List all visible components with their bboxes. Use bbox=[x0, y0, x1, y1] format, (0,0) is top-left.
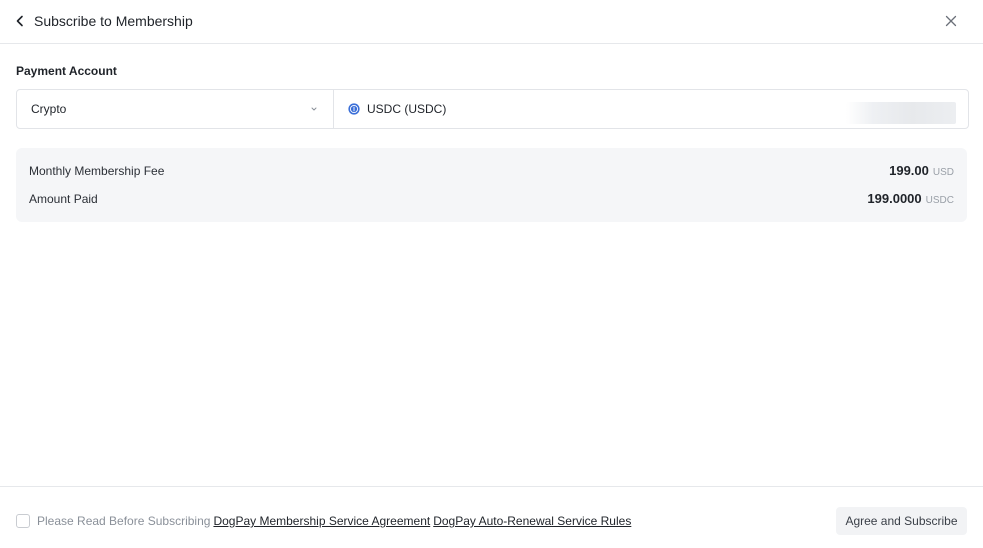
monthly-fee-label: Monthly Membership Fee bbox=[29, 164, 165, 178]
membership-agreement-link[interactable]: DogPay Membership Service Agreement bbox=[213, 514, 430, 528]
payment-account-selector: Crypto USDC (USDC) bbox=[16, 89, 969, 129]
payment-account-label: Payment Account bbox=[16, 64, 117, 78]
summary-row-monthly-fee: Monthly Membership Fee 199.00 USD bbox=[16, 161, 967, 181]
page-footer: Please Read Before Subscribing DogPay Mem… bbox=[0, 486, 983, 548]
account-type-select[interactable]: Crypto bbox=[17, 90, 334, 128]
agreement-text: Please Read Before Subscribing DogPay Mem… bbox=[37, 514, 631, 528]
subscribe-page: Subscribe to Membership Payment Account … bbox=[0, 0, 983, 548]
page-header: Subscribe to Membership bbox=[0, 0, 983, 44]
payment-summary: Monthly Membership Fee 199.00 USD Amount… bbox=[16, 148, 967, 222]
amount-paid-label: Amount Paid bbox=[29, 192, 98, 206]
chevron-left-icon bbox=[16, 15, 23, 27]
auto-renewal-rules-link[interactable]: DogPay Auto-Renewal Service Rules bbox=[433, 514, 631, 528]
amount-paid-unit: USDC bbox=[925, 195, 954, 206]
back-button[interactable] bbox=[12, 12, 28, 30]
amount-paid-value: 199.0000 USDC bbox=[867, 191, 954, 209]
agree-checkbox[interactable] bbox=[16, 514, 30, 528]
page-title: Subscribe to Membership bbox=[34, 13, 193, 29]
monthly-fee-value: 199.00 USD bbox=[889, 163, 954, 181]
close-icon bbox=[945, 15, 957, 27]
currency-select[interactable]: USDC (USDC) bbox=[334, 90, 968, 128]
agree-and-subscribe-button[interactable]: Agree and Subscribe bbox=[836, 507, 967, 535]
chevron-down-icon bbox=[311, 107, 317, 111]
close-button[interactable] bbox=[941, 11, 961, 31]
agreement-prefix: Please Read Before Subscribing bbox=[37, 514, 211, 528]
monthly-fee-amount: 199.00 bbox=[889, 163, 929, 178]
account-type-value: Crypto bbox=[31, 102, 67, 116]
amount-paid-amount: 199.0000 bbox=[867, 191, 922, 206]
usdc-coin-icon bbox=[348, 103, 360, 115]
balance-redacted bbox=[846, 102, 956, 124]
summary-row-amount-paid: Amount Paid 199.0000 USDC bbox=[16, 189, 967, 209]
currency-value: USDC (USDC) bbox=[367, 102, 447, 116]
monthly-fee-unit: USD bbox=[932, 167, 954, 178]
